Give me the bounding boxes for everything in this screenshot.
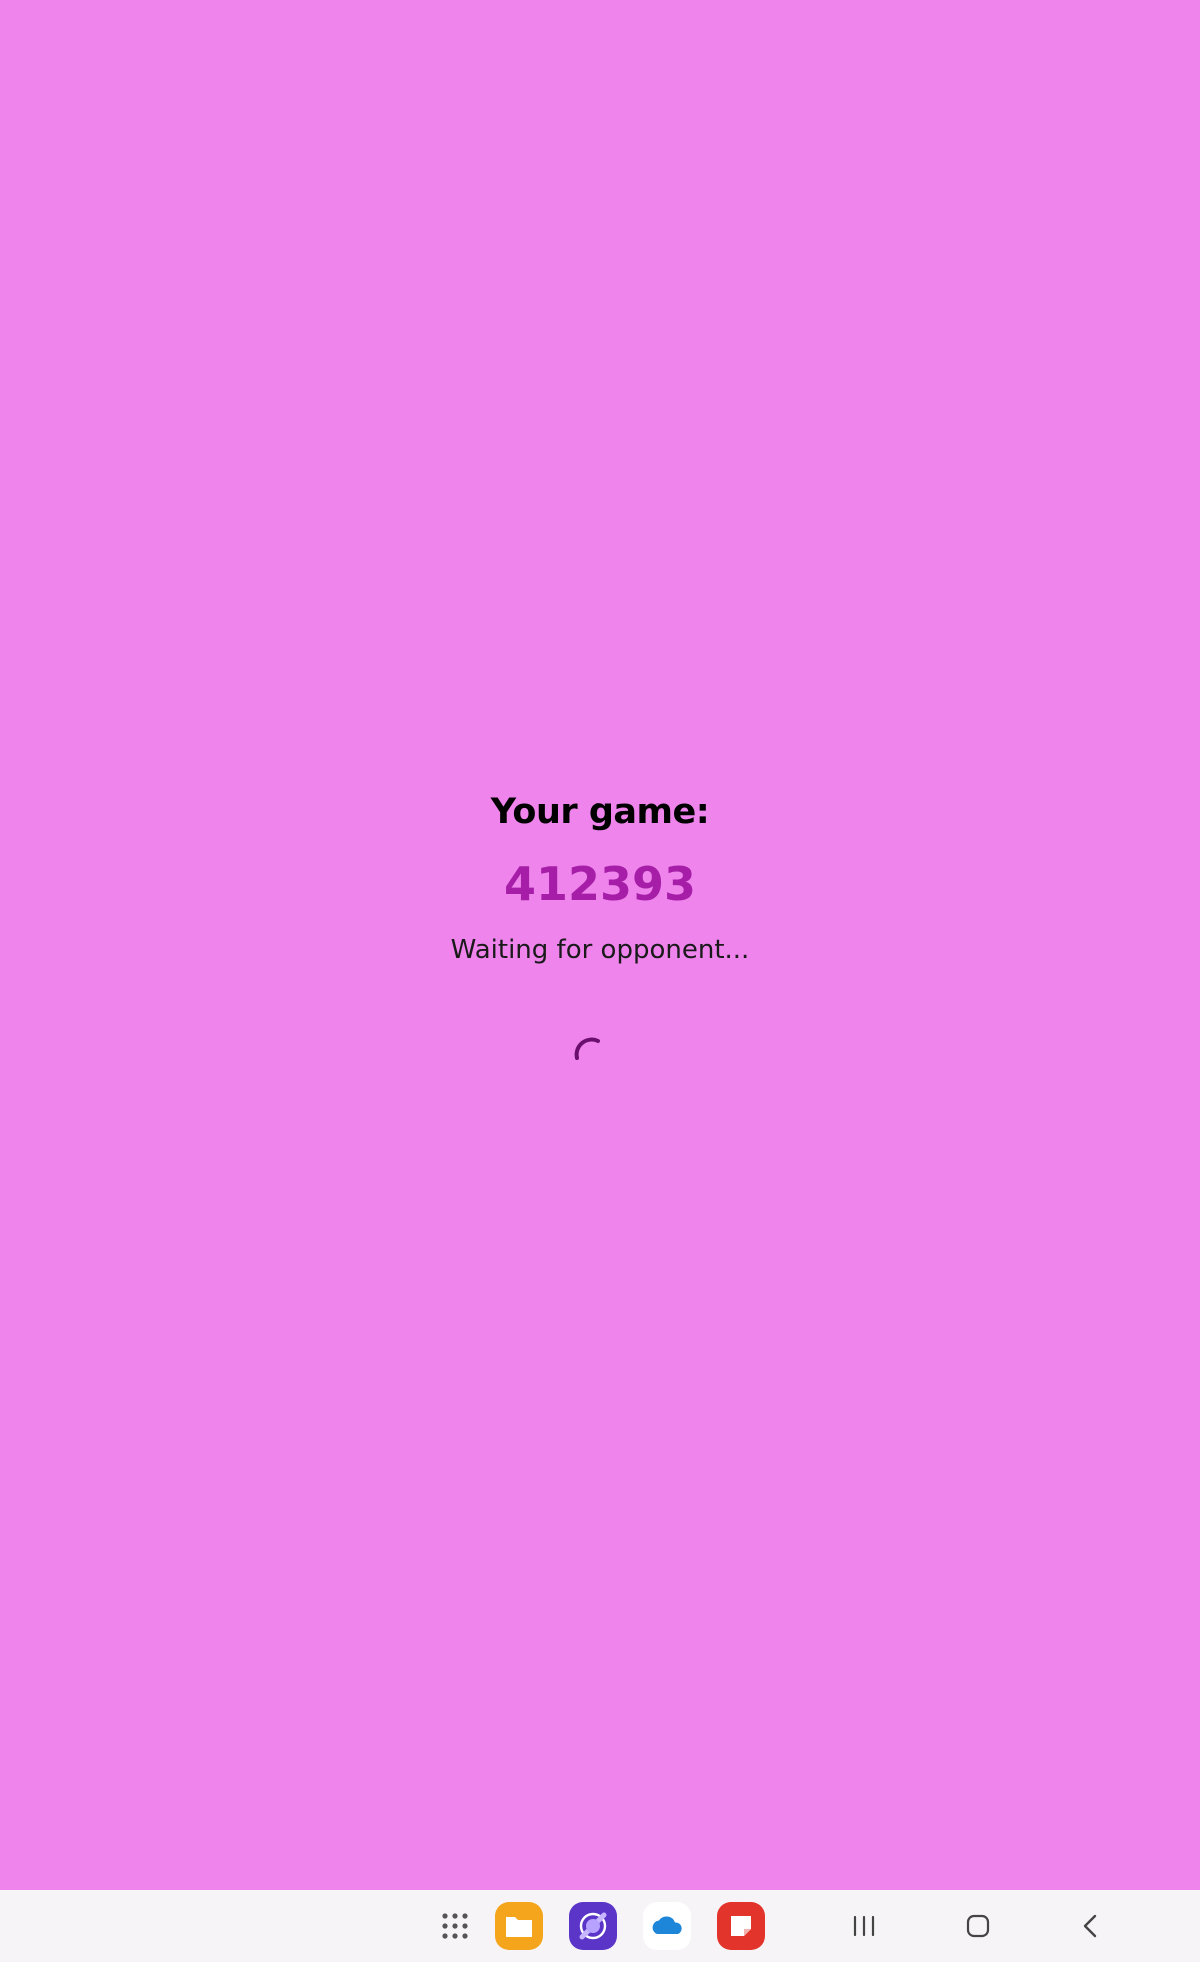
navigation-bar (0, 1890, 1200, 1962)
home-icon (966, 1914, 990, 1938)
my-files-app[interactable] (495, 1890, 543, 1962)
app-drawer-icon (442, 1913, 468, 1939)
back-button[interactable] (1066, 1890, 1114, 1962)
onedrive-icon (643, 1902, 691, 1950)
my-files-icon (495, 1902, 543, 1950)
internet-app[interactable] (569, 1890, 617, 1962)
notes-icon (717, 1902, 765, 1950)
onedrive-app[interactable] (643, 1890, 691, 1962)
game-heading: Your game: (490, 792, 710, 832)
back-icon (1083, 1914, 1097, 1938)
recent-apps-icon (853, 1915, 875, 1937)
game-info: Your game: 412393 Waiting for opponent..… (0, 784, 1200, 970)
game-code: 412393 (503, 857, 697, 911)
recent-apps-button[interactable] (840, 1890, 888, 1962)
internet-browser-icon (569, 1902, 617, 1950)
loading-spinner-icon (574, 1037, 600, 1060)
app-drawer-button[interactable] (431, 1890, 479, 1962)
home-button[interactable] (954, 1890, 1002, 1962)
waiting-status: Waiting for opponent... (450, 935, 750, 965)
notes-app[interactable] (717, 1890, 765, 1962)
game-lobby-screen: Your game: 412393 Waiting for opponent..… (0, 0, 1200, 1890)
